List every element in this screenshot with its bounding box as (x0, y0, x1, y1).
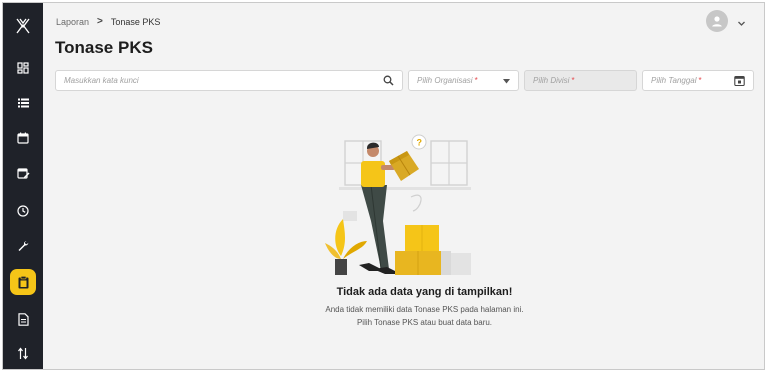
breadcrumb: Laporan > Tonase PKS (56, 16, 160, 27)
sidebar-item-wrench[interactable] (3, 231, 43, 261)
document-icon (17, 312, 29, 326)
calendar-icon (17, 132, 29, 144)
sidebar-item-calendar[interactable] (3, 123, 43, 153)
empty-state-line-2: Pilih Tonase PKS atau buat data baru. (356, 318, 493, 327)
sidebar-item-compare[interactable] (3, 338, 43, 368)
clock-icon (17, 205, 29, 217)
list-icon (17, 97, 30, 109)
x-logo-icon[interactable] (3, 13, 43, 39)
sidebar-item-list[interactable] (3, 88, 43, 118)
app-window: Laporan > Tonase PKS Tonase PKS Masukkan… (2, 2, 765, 370)
search-placeholder: Masukkan kata kunci (64, 76, 139, 85)
divisi-placeholder: Pilih Divisi (533, 76, 570, 85)
sidebar-item-clock[interactable] (3, 196, 43, 226)
wrench-icon (17, 240, 29, 252)
avatar[interactable] (706, 10, 728, 32)
page-title: Tonase PKS (55, 38, 153, 57)
breadcrumb-current: Tonase PKS (110, 16, 161, 27)
sidebar-item-calendar-edit[interactable] (3, 158, 43, 188)
compare-arrows-icon (17, 347, 29, 360)
required-mark: * (474, 76, 478, 85)
organisasi-select[interactable]: Pilih Organisasi * (408, 70, 519, 91)
empty-state-description: Anda tidak memiliki data Tonase PKS pada… (43, 303, 764, 329)
user-icon (712, 16, 722, 27)
empty-state-line-1: Anda tidak memiliki data Tonase PKS pada… (325, 305, 524, 314)
svg-text:?: ? (417, 138, 423, 148)
breadcrumb-parent[interactable]: Laporan (56, 17, 89, 27)
sidebar-item-dashboard[interactable] (3, 53, 43, 83)
calendar-edit-icon (16, 167, 30, 179)
required-mark: * (698, 76, 702, 85)
divisi-select[interactable]: Pilih Divisi * (524, 70, 637, 91)
empty-state-title: Tidak ada data yang di tampilkan! (336, 286, 513, 298)
sidebar-item-document[interactable] (3, 304, 43, 334)
sidebar (3, 3, 43, 369)
chevron-right-icon: > (97, 16, 103, 27)
tanggal-picker[interactable]: Pilih Tanggal * (642, 70, 754, 91)
main-content: Laporan > Tonase PKS Tonase PKS Masukkan… (43, 3, 764, 369)
search-input[interactable]: Masukkan kata kunci (55, 70, 403, 91)
search-icon[interactable] (383, 75, 394, 88)
calendar-icon[interactable] (734, 75, 745, 88)
active-indicator (10, 269, 36, 295)
organisasi-placeholder: Pilih Organisasi (417, 76, 473, 85)
required-mark: * (571, 76, 575, 85)
dashboard-icon (17, 62, 29, 74)
empty-state-illustration: ? (323, 131, 473, 284)
tanggal-placeholder: Pilih Tanggal (651, 76, 697, 85)
sidebar-item-clipboard[interactable] (3, 267, 43, 297)
chevron-down-icon[interactable] (737, 15, 746, 33)
clipboard-icon (18, 275, 29, 289)
caret-down-icon (503, 77, 510, 86)
